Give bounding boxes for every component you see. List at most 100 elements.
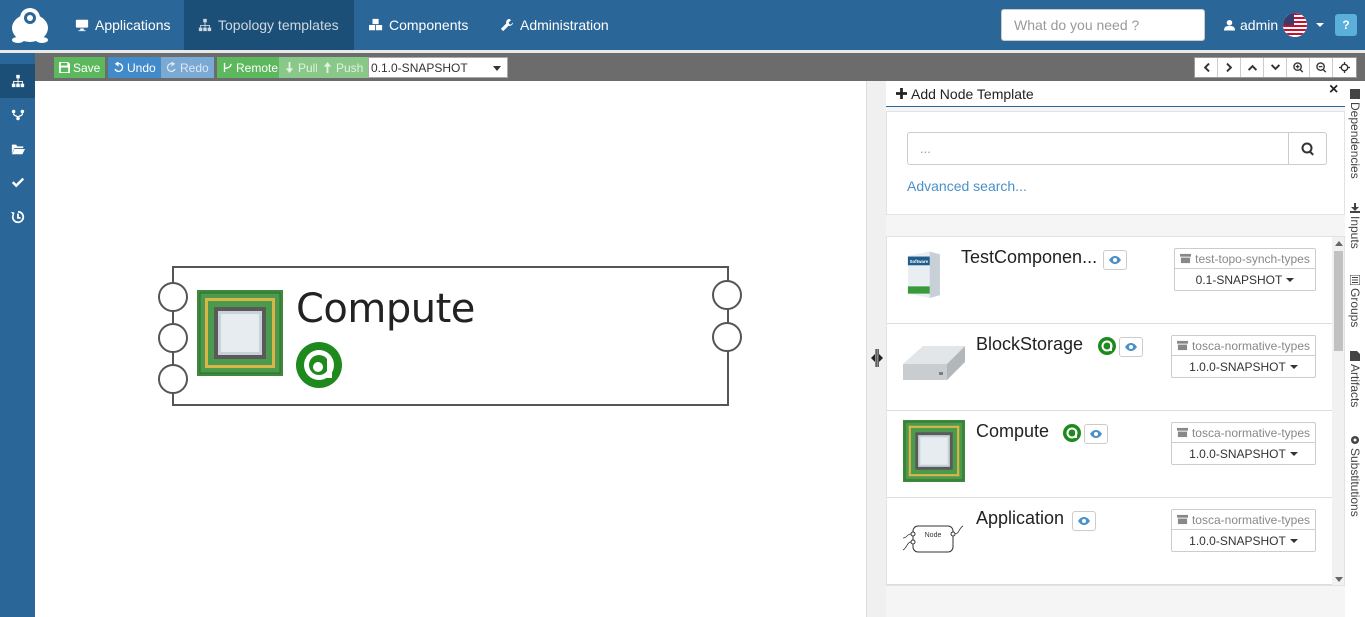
sidebar-git[interactable] [0,98,35,132]
version-select[interactable]: 0.1.0-SNAPSHOT [368,57,508,78]
scroll-down-arrow[interactable] [1335,577,1343,582]
view-details-button[interactable] [1084,424,1108,444]
redo-button[interactable]: Redo [161,57,214,78]
archive-name: tosca-normative-types [1171,509,1316,530]
list-icon [1350,275,1360,285]
advanced-search-link[interactable]: Advanced search... [907,178,1027,194]
undo-button[interactable]: Undo [108,57,161,78]
zoom-out-button[interactable] [1310,58,1333,77]
user-menu[interactable]: admin [1224,0,1325,50]
search-button[interactable] [1288,132,1327,165]
search-icon [1301,142,1314,156]
nav-applications[interactable]: Applications [61,0,185,50]
tab-substitutions[interactable]: Substitutions [1345,435,1365,517]
resize-horizontal-icon [871,349,883,367]
nav-administration[interactable]: Administration [486,0,623,50]
tab-label: Groups [1348,288,1362,328]
view-details-button[interactable] [1072,511,1096,531]
block-storage-icon [903,346,965,380]
help-button[interactable]: ? [1335,14,1357,36]
pan-left-button[interactable] [1195,58,1218,77]
chevron-down-icon [1270,64,1280,71]
application-node-label: Node [925,532,942,539]
center-button[interactable] [1333,58,1356,77]
archive-version-box: tosca-normative-types 1.0.0-SNAPSHOT [1171,335,1316,379]
version-dropdown[interactable]: 1.0.0-SNAPSHOT [1171,443,1316,465]
arrow-up-icon [323,62,332,73]
requirement-port[interactable] [158,282,188,312]
sidebar-files[interactable] [0,132,35,166]
sidebar-topology[interactable] [0,64,35,98]
remote-button[interactable]: Remote [217,57,284,78]
archive-name: tosca-normative-types [1171,335,1316,356]
component-item[interactable]: BlockStorage tosca-normative-types 1.0.0… [887,324,1332,411]
history-icon [10,210,24,224]
file-icon [1350,351,1360,361]
nav-components[interactable]: Components [355,0,482,50]
username: admin [1240,17,1279,33]
requirement-port[interactable] [158,364,188,394]
zoom-in-icon [1292,62,1303,73]
node-template-compute[interactable]: Compute [158,266,742,406]
software-box-label: Software [910,259,929,264]
tab-label: Inputs [1348,216,1362,249]
component-search-input[interactable]: ... [907,132,1289,165]
archive-label: tosca-normative-types [1191,512,1311,527]
scroll-thumb[interactable] [1334,251,1343,351]
archive-name: tosca-normative-types [1171,422,1316,443]
chevron-left-icon [1203,62,1210,73]
component-item[interactable]: Compute tosca-normative-types 1.0.0-SNAP… [887,411,1332,498]
view-details-button[interactable] [1119,337,1143,357]
pan-down-button[interactable] [1264,58,1287,77]
sidebar-history[interactable] [0,200,35,234]
panel-splitter[interactable] [866,81,886,617]
requirement-port[interactable] [158,323,188,353]
chevron-up-icon [1247,64,1257,71]
zoom-in-button[interactable] [1287,58,1310,77]
alien4cloud-logo[interactable] [8,4,52,46]
close-icon[interactable]: × [1329,81,1338,99]
pan-right-button[interactable] [1218,58,1241,77]
tab-label: Artifacts [1348,364,1362,408]
version-dropdown[interactable]: 1.0.0-SNAPSHOT [1171,356,1316,378]
global-search-input[interactable]: What do you need ? [1001,9,1205,41]
cpu-chip-icon [903,420,965,482]
scroll-up-arrow[interactable] [1335,241,1343,246]
tab-artifacts[interactable]: Artifacts [1345,351,1365,407]
tab-groups[interactable]: Groups [1345,275,1365,327]
component-item[interactable]: Node Application tosca-normative-types 1… [887,498,1332,585]
application-node-icon: Node [902,525,964,553]
capability-port[interactable] [712,280,742,310]
component-name: Application [976,508,1065,528]
component-item[interactable]: Software TestComponen... test-topo-synch… [887,237,1332,324]
cubes-icon [369,18,383,31]
save-button[interactable]: Save [54,57,106,78]
check-icon [11,177,24,188]
wrench-icon [500,18,514,32]
view-details-button[interactable] [1103,250,1127,270]
tab-inputs[interactable]: Inputs [1345,203,1365,249]
abstract-badge-icon [296,342,342,388]
code-fork-icon [223,62,232,73]
tab-label: Dependencies [1348,102,1362,179]
search-placeholder: What do you need ? [1014,17,1140,33]
node-title: Compute [296,286,475,332]
side-tabs: Dependencies Inputs Groups Artifacts Sub… [1345,81,1365,617]
archive-label: tosca-normative-types [1191,425,1311,440]
nav-topology-templates[interactable]: Topology templates [184,0,354,50]
us-flag-icon[interactable] [1283,13,1308,37]
topology-canvas[interactable]: Compute [35,81,866,617]
version-dropdown[interactable]: 0.1-SNAPSHOT [1174,269,1316,291]
push-button[interactable]: Push [317,57,369,78]
pan-up-button[interactable] [1241,58,1264,77]
list-scrollbar[interactable] [1332,237,1344,585]
component-list: Software TestComponen... test-topo-synch… [886,236,1345,586]
chevron-down-icon [1289,451,1298,456]
software-box-icon: Software [907,251,940,298]
capability-port[interactable] [712,322,742,352]
tab-dependencies[interactable]: Dependencies [1345,89,1365,179]
eye-icon [1125,343,1137,351]
arrow-down-icon [285,62,294,73]
sidebar-validation[interactable] [0,166,35,200]
version-dropdown[interactable]: 1.0.0-SNAPSHOT [1171,530,1316,552]
